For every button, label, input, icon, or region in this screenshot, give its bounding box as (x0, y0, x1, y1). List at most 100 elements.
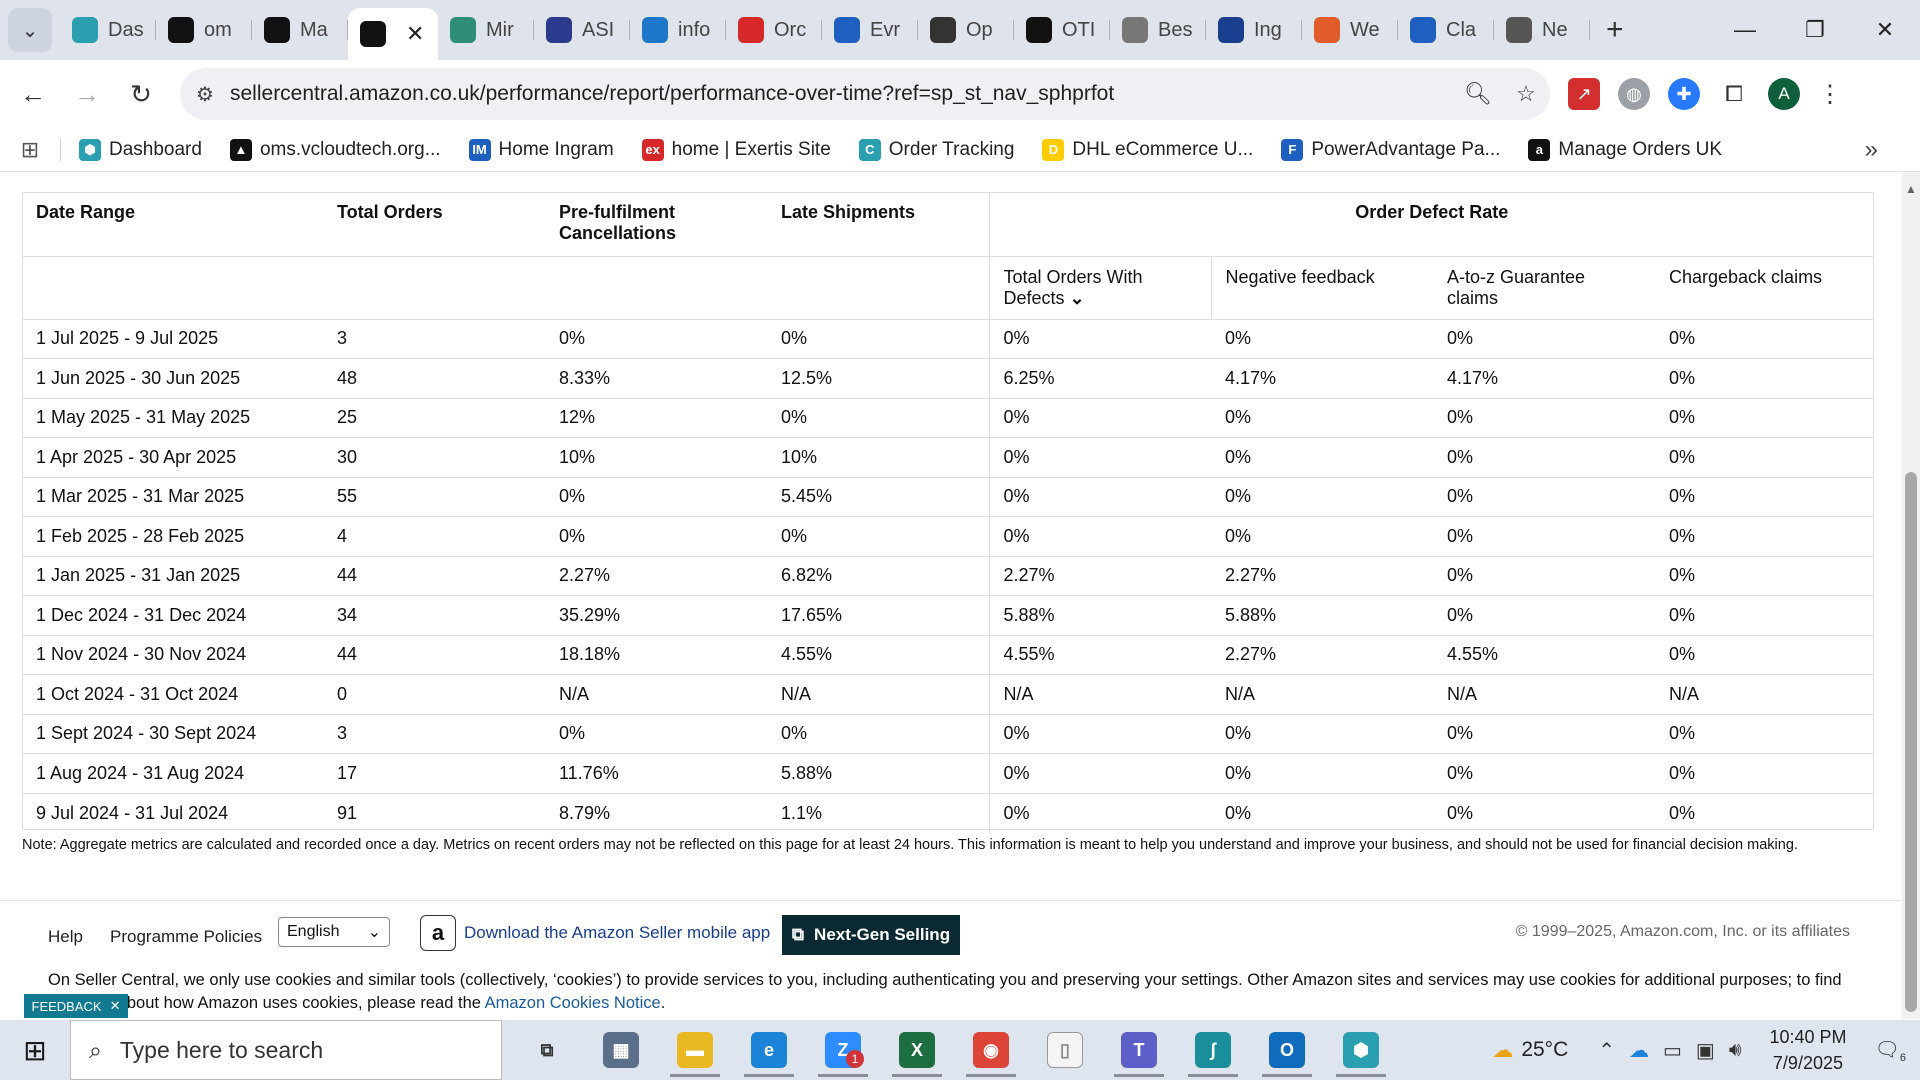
help-link[interactable]: Help (48, 927, 83, 947)
browser-tab[interactable]: Bes (1110, 8, 1206, 52)
browser-tab[interactable]: Ing (1206, 8, 1302, 52)
weather-widget[interactable]: ☁ 25°C (1492, 1038, 1568, 1063)
programme-policies-link[interactable]: Programme Policies (110, 927, 262, 947)
download-app-link[interactable]: a Download the Amazon Seller mobile app (420, 915, 770, 951)
battery-icon[interactable]: ▭ (1663, 1038, 1682, 1063)
bookmark-star-icon[interactable]: ☆ (1502, 81, 1550, 107)
bookmarks-overflow-icon[interactable]: » (1865, 136, 1878, 164)
language-select[interactable]: English ⌄ (278, 917, 390, 947)
browser-tab[interactable]: info (630, 8, 726, 52)
browser-tab[interactable]: Ma (252, 8, 348, 52)
bookmark-item[interactable]: F PowerAdvantage Pa... (1281, 138, 1500, 161)
cell-chargeback-claims: 0% (1655, 556, 1874, 596)
taskbar-app-chrome[interactable]: ◉ (954, 1020, 1028, 1080)
cell-total-orders: 91 (337, 802, 358, 823)
cell-total-orders-with-defects: 0% (988, 714, 1211, 754)
bookmark-item[interactable]: ex home | Exertis Site (641, 138, 831, 161)
taskbar-app-list: ⧉ ▦ ▬ e Z 1 X ◉ ▯ Tʃ O ⬢ (510, 1020, 1398, 1080)
page-scrollbar[interactable]: ▲ (1902, 172, 1920, 1019)
table-row: 1 Jan 2025 - 31 Jan 2025 44 2.27% 6.82% 2.27… (22, 556, 1874, 596)
browser-tab[interactable]: Ne (1494, 8, 1590, 52)
taskbar-app-script[interactable]: ʃ (1176, 1020, 1250, 1080)
bookmark-label: home | Exertis Site (671, 138, 831, 160)
bookmark-item[interactable]: IM Home Ingram (468, 138, 614, 161)
taskbar-app-file-explorer[interactable]: ▬ (658, 1020, 732, 1080)
taskbar-app-hex-app[interactable]: ⬢ (1324, 1020, 1398, 1080)
bookmark-item[interactable]: ▲ oms.vcloudtech.org... (229, 138, 441, 161)
browser-tab-strip: ⌄ Das om Ma ✕ Mir ASI info Orc Evr Op OTI Bes Ing We C… (0, 0, 1920, 60)
tab-title: ASI (582, 18, 615, 41)
new-tab-button[interactable]: + (1606, 13, 1624, 47)
feedback-button[interactable]: FEEDBACK ✕ (24, 994, 128, 1018)
restore-icon[interactable]: ❐ (1780, 0, 1850, 60)
browser-tab[interactable]: Cla (1398, 8, 1494, 52)
browser-tab[interactable]: Orc (726, 8, 822, 52)
back-button[interactable]: ← (6, 67, 60, 121)
tab-active[interactable]: ✕ (348, 8, 438, 60)
taskbar-app-task-view[interactable]: ⧉ (510, 1020, 584, 1080)
browser-tab[interactable]: ASI (534, 8, 630, 52)
taskbar-app-notepad[interactable]: ▯ (1028, 1020, 1102, 1080)
sort-chevron-down-icon[interactable]: ⌄ (1070, 288, 1085, 308)
bookmark-favicon-icon: a (1528, 138, 1551, 161)
next-gen-selling-button[interactable]: ⧉ Next-Gen Selling (782, 915, 960, 955)
onedrive-icon[interactable]: ☁ (1629, 1038, 1649, 1063)
amazon-cookies-notice-link[interactable]: Amazon Cookies Notice (485, 994, 661, 1012)
minimize-icon[interactable]: — (1710, 0, 1780, 60)
browser-tab[interactable]: Op (918, 8, 1014, 52)
taskbar-app-zoom[interactable]: Z1 (806, 1020, 880, 1080)
browser-tab[interactable]: OTI (1014, 8, 1110, 52)
cell-late-shipments: 6.82% (767, 556, 989, 596)
globe-extension-icon[interactable]: ◍ (1618, 78, 1650, 110)
volume-icon[interactable]: 🔊︎ (1729, 1039, 1742, 1062)
bookmark-item[interactable]: C Order Tracking (858, 138, 1014, 161)
header-total-orders-with-defects[interactable]: Total Orders With Defects ⌄ (988, 256, 1211, 320)
browser-tab[interactable]: Evr (822, 8, 918, 52)
pdf-extension-icon[interactable]: ↗ (1568, 78, 1600, 110)
extension-blue-icon[interactable]: ✚ (1668, 78, 1700, 110)
bookmark-label: DHL eCommerce U... (1072, 138, 1254, 160)
close-tab-icon[interactable]: ✕ (406, 21, 424, 47)
taskbar-app-calculator[interactable]: ▦ (584, 1020, 658, 1080)
reload-button[interactable]: ↻ (114, 67, 168, 121)
tab-favicon-icon (1026, 17, 1052, 43)
browser-tab[interactable]: Das (60, 8, 156, 52)
chevron-up-icon[interactable]: ⌃ (1598, 1038, 1615, 1063)
extensions-puzzle-icon[interactable]: ⧠ (1718, 78, 1750, 110)
network-icon[interactable]: ▣ (1696, 1038, 1715, 1063)
notifications-icon[interactable]: 🗨︎6 (1874, 1037, 1906, 1064)
taskbar-clock[interactable]: 10:40 PM 7/9/2025 (1769, 1024, 1846, 1076)
site-info-icon[interactable]: ⚙ (180, 82, 230, 107)
bookmark-item[interactable]: a Manage Orders UK (1528, 138, 1722, 161)
profile-avatar[interactable]: A (1768, 78, 1800, 110)
taskbar-app-teams[interactable]: T (1102, 1020, 1176, 1080)
scrollbar-thumb[interactable] (1905, 472, 1917, 1012)
close-icon[interactable]: ✕ (110, 998, 121, 1014)
url-text[interactable]: sellercentral.amazon.co.uk/performance/r… (230, 82, 1454, 106)
apps-grid-icon[interactable]: ⊞ (0, 137, 60, 163)
browser-menu-icon[interactable]: ⋮ (1818, 80, 1842, 109)
close-window-icon[interactable]: ✕ (1850, 0, 1920, 60)
taskbar-app-outlook[interactable]: O (1250, 1020, 1324, 1080)
forward-button[interactable]: → (60, 67, 114, 121)
bookmark-item[interactable]: D DHL eCommerce U... (1042, 138, 1254, 161)
bookmark-item[interactable]: ⬢ Dashboard (79, 138, 202, 161)
windows-start-icon[interactable]: ⊞ (0, 1020, 70, 1080)
outlook-icon: O (1269, 1032, 1305, 1068)
zoom-icon[interactable]: 🔍︎ (1454, 81, 1502, 107)
tab-favicon-icon (738, 17, 764, 43)
address-bar[interactable]: ⚙ sellercentral.amazon.co.uk/performance… (180, 68, 1550, 120)
taskbar-search-box[interactable]: ⌕ Type here to search (70, 1020, 502, 1080)
cell-negative-feedback: 0% (1211, 477, 1433, 517)
tab-search-button[interactable]: ⌄ (8, 8, 52, 52)
taskbar-app-excel[interactable]: X (880, 1020, 954, 1080)
browser-tab[interactable]: We (1302, 8, 1398, 52)
scroll-up-icon[interactable]: ▲ (1905, 182, 1917, 196)
table-row: 1 Nov 2024 - 30 Nov 2024 44 18.18% 4.55% 4.5… (22, 635, 1874, 675)
browser-tab[interactable]: om (156, 8, 252, 52)
cell-chargeback-claims: 0% (1655, 635, 1874, 675)
taskbar-app-edge[interactable]: e (732, 1020, 806, 1080)
tab-favicon-icon (264, 17, 290, 43)
browser-tab[interactable]: Mir (438, 8, 534, 52)
cell-negative-feedback: 0% (1211, 437, 1433, 478)
